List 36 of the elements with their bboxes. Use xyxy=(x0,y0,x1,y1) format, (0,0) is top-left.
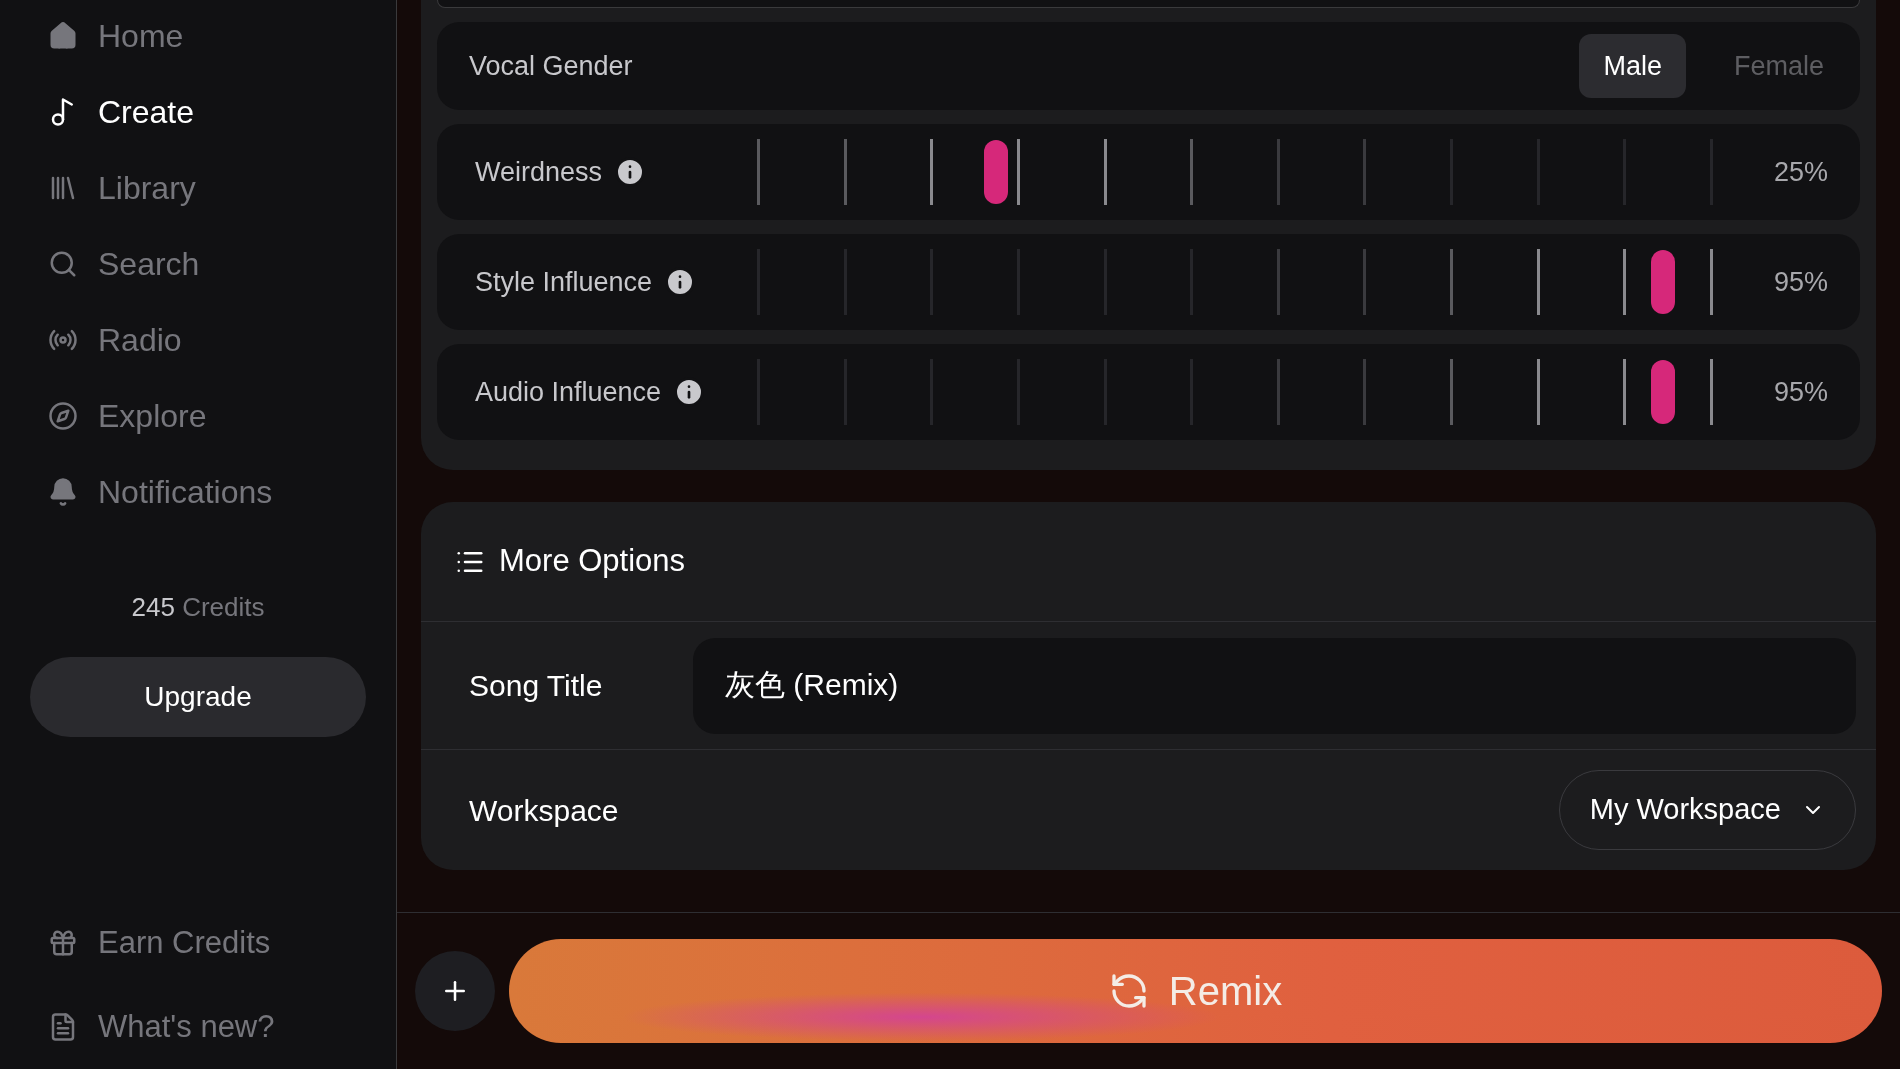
bell-icon xyxy=(48,477,78,507)
field-label: Workspace xyxy=(469,792,620,829)
nav-item[interactable]: Home xyxy=(48,12,396,60)
gift-icon xyxy=(48,928,78,958)
slider-label: Audio Influence xyxy=(475,375,662,409)
gender-option[interactable]: Male xyxy=(1579,34,1686,98)
nav-item[interactable]: Create xyxy=(48,88,396,136)
nav-item[interactable]: Search xyxy=(48,240,396,288)
gender-option[interactable]: Female xyxy=(1709,34,1848,98)
song-title-field[interactable]: 灰色 (Remix) xyxy=(693,637,1856,734)
slider-thumb[interactable] xyxy=(1651,250,1676,314)
remix-button[interactable]: Remix xyxy=(509,939,1882,1043)
slider-value: 25% xyxy=(1772,155,1828,189)
upgrade-button[interactable]: Upgrade xyxy=(30,657,366,737)
nav-item[interactable]: Radio xyxy=(48,316,396,364)
nav-item[interactable]: Earn Credits xyxy=(48,919,396,967)
slider-track[interactable] xyxy=(757,139,1710,205)
search-icon xyxy=(48,249,78,279)
compass-icon xyxy=(48,401,78,431)
nav-item[interactable]: Explore xyxy=(48,392,396,440)
slider-thumb[interactable] xyxy=(1651,360,1676,424)
slider-value: 95% xyxy=(1772,265,1828,299)
slider-value: 95% xyxy=(1772,375,1828,409)
home-icon xyxy=(48,21,78,51)
credits-count: 245 Credits xyxy=(130,591,266,624)
slider-label: Style Influence xyxy=(475,265,653,299)
section-title: More Options xyxy=(499,542,686,581)
slider-thumb[interactable] xyxy=(984,140,1009,204)
slider-track[interactable] xyxy=(757,249,1710,315)
nav-item[interactable]: Notifications xyxy=(48,468,396,516)
nav-item[interactable]: Library xyxy=(48,164,396,212)
vocal-gender-label: Vocal Gender xyxy=(469,49,634,83)
slider-track[interactable] xyxy=(757,359,1710,425)
nav-item[interactable]: What's new? xyxy=(48,1003,396,1051)
field-label: Song Title xyxy=(469,668,604,704)
slider-label: Weirdness xyxy=(475,155,603,189)
